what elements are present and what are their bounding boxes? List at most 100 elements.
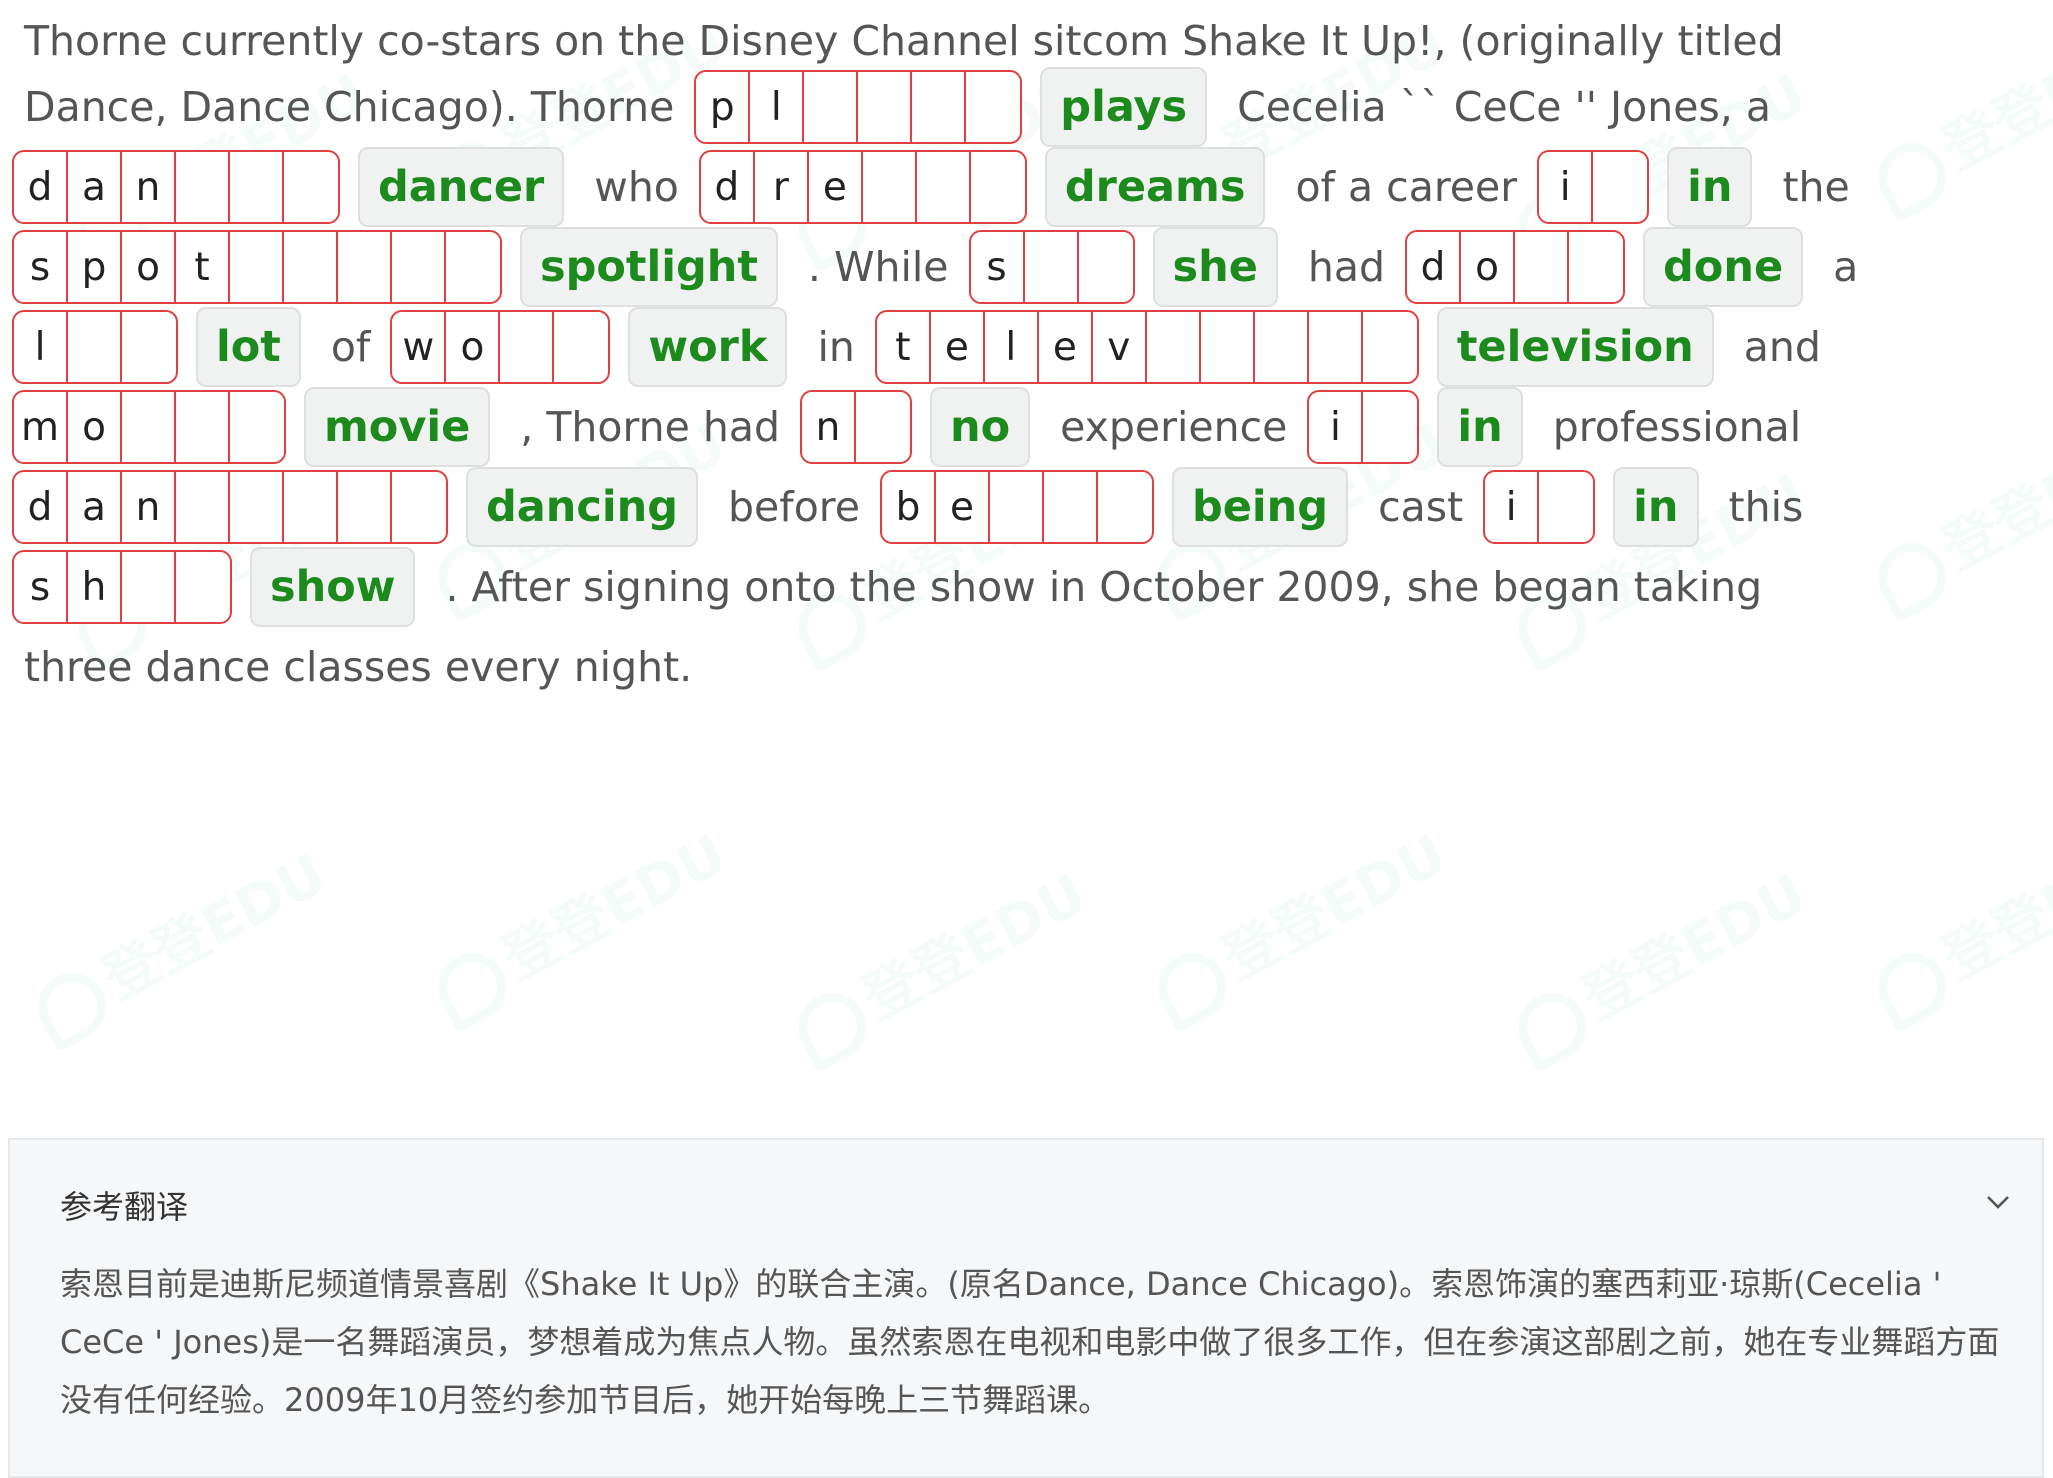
letter-cell[interactable] (392, 472, 446, 542)
letter-cell[interactable]: e (809, 152, 863, 222)
letter-cell[interactable] (1079, 232, 1133, 302)
letter-cell[interactable] (1255, 312, 1309, 382)
letter-cell[interactable] (554, 312, 608, 382)
letter-cells[interactable]: do (1405, 230, 1626, 304)
letter-cell[interactable] (176, 472, 230, 542)
letter-cell[interactable] (176, 392, 230, 462)
letter-cell[interactable]: s (14, 232, 68, 302)
letter-cell[interactable] (1539, 472, 1593, 542)
letter-cell[interactable]: a (68, 152, 122, 222)
chevron-down-icon[interactable] (1978, 1182, 2018, 1222)
letter-cell[interactable] (804, 72, 859, 142)
letter-cell[interactable] (230, 392, 284, 462)
letter-cell[interactable] (990, 472, 1044, 542)
letter-cell[interactable] (1363, 312, 1417, 382)
letter-cell[interactable]: r (755, 152, 809, 222)
letter-cell[interactable]: e (1039, 312, 1093, 382)
letter-cell[interactable] (446, 232, 500, 302)
letter-cell[interactable]: t (877, 312, 931, 382)
letter-cell[interactable]: p (696, 72, 751, 142)
letter-cell[interactable]: a (68, 472, 122, 542)
letter-cell[interactable]: o (1461, 232, 1516, 302)
letter-cells[interactable]: dre (698, 150, 1027, 224)
letter-cells[interactable]: spot (12, 230, 502, 304)
letter-cells[interactable]: i (1537, 150, 1650, 224)
letter-cell[interactable] (284, 232, 338, 302)
letter-cells[interactable]: be (879, 470, 1154, 544)
letter-cell[interactable]: t (176, 232, 230, 302)
letter-cell[interactable] (230, 152, 284, 222)
letter-cell[interactable] (1201, 312, 1255, 382)
letter-cell[interactable] (338, 472, 392, 542)
letter-cell[interactable] (966, 72, 1020, 142)
letter-cell[interactable]: i (1539, 152, 1594, 222)
letter-cell[interactable] (971, 152, 1025, 222)
letter-cell[interactable]: d (14, 472, 68, 542)
letter-cells[interactable]: pl (694, 70, 1023, 144)
letter-cell[interactable] (176, 152, 230, 222)
letter-cell[interactable] (1309, 312, 1363, 382)
letter-cell[interactable]: d (1407, 232, 1462, 302)
letter-cell[interactable]: d (14, 152, 68, 222)
letter-cell[interactable] (230, 472, 284, 542)
translation-panel[interactable]: 参考翻译 索恩目前是迪斯尼频道情景喜剧《Shake It Up》的联合主演。(原… (8, 1138, 2044, 1478)
letter-cell[interactable] (284, 472, 338, 542)
letter-cell[interactable] (338, 232, 392, 302)
letter-cell[interactable]: n (802, 392, 856, 462)
letter-cells[interactable]: n (799, 390, 912, 464)
letter-cell[interactable] (176, 552, 230, 622)
letter-cells[interactable]: i (1483, 470, 1596, 544)
letter-cell[interactable] (122, 392, 176, 462)
letter-cell[interactable]: i (1485, 472, 1540, 542)
letter-cell[interactable] (1098, 472, 1152, 542)
letter-cell[interactable] (122, 552, 176, 622)
letter-cell[interactable]: d (701, 152, 755, 222)
letter-cell[interactable]: v (1093, 312, 1147, 382)
letter-cells[interactable]: sh (12, 550, 232, 624)
letter-cell[interactable] (1569, 232, 1623, 302)
letter-cell[interactable] (1363, 392, 1417, 462)
letter-cell[interactable] (1025, 232, 1079, 302)
letter-cells[interactable]: s (968, 230, 1135, 304)
letter-cell[interactable]: l (750, 72, 805, 142)
letter-cell[interactable] (392, 232, 446, 302)
letter-cell[interactable] (284, 152, 338, 222)
letter-cell[interactable] (122, 312, 176, 382)
letter-cell[interactable]: o (122, 232, 176, 302)
letter-cell[interactable] (912, 72, 967, 142)
letter-cell[interactable] (230, 232, 284, 302)
letter-cell[interactable]: n (122, 152, 176, 222)
letter-cell[interactable]: m (14, 392, 68, 462)
letter-cell[interactable] (917, 152, 971, 222)
letter-cell[interactable]: s (14, 552, 68, 622)
letter-cells[interactable]: wo (390, 310, 611, 384)
letter-cell[interactable] (863, 152, 917, 222)
letter-cells[interactable]: mo (12, 390, 286, 464)
letter-cell[interactable]: l (14, 312, 68, 382)
letter-cell[interactable]: s (971, 232, 1025, 302)
letter-cell[interactable] (858, 72, 913, 142)
letter-cell[interactable]: e (931, 312, 985, 382)
letter-cells[interactable]: i (1307, 390, 1420, 464)
letter-cell[interactable]: p (68, 232, 122, 302)
letter-cell[interactable] (1515, 232, 1570, 302)
letter-cell[interactable] (68, 312, 122, 382)
letter-cell[interactable] (856, 392, 910, 462)
letter-cell[interactable] (500, 312, 555, 382)
letter-cells[interactable]: dan (12, 150, 340, 224)
letter-cell[interactable]: e (936, 472, 990, 542)
letter-cell[interactable] (1593, 152, 1647, 222)
letter-cell[interactable] (1044, 472, 1098, 542)
letter-cell[interactable] (1147, 312, 1201, 382)
letter-cell[interactable]: l (985, 312, 1039, 382)
letter-cell[interactable]: n (122, 472, 176, 542)
letter-cells[interactable]: l (12, 310, 178, 384)
letter-cell[interactable]: b (882, 472, 936, 542)
letter-cell[interactable]: w (392, 312, 447, 382)
letter-cells[interactable]: telev (874, 310, 1419, 384)
letter-cell[interactable]: i (1309, 392, 1364, 462)
letter-cell[interactable]: o (446, 312, 501, 382)
letter-cells[interactable]: dan (12, 470, 448, 544)
letter-cell[interactable]: o (68, 392, 122, 462)
letter-cell[interactable]: h (68, 552, 122, 622)
